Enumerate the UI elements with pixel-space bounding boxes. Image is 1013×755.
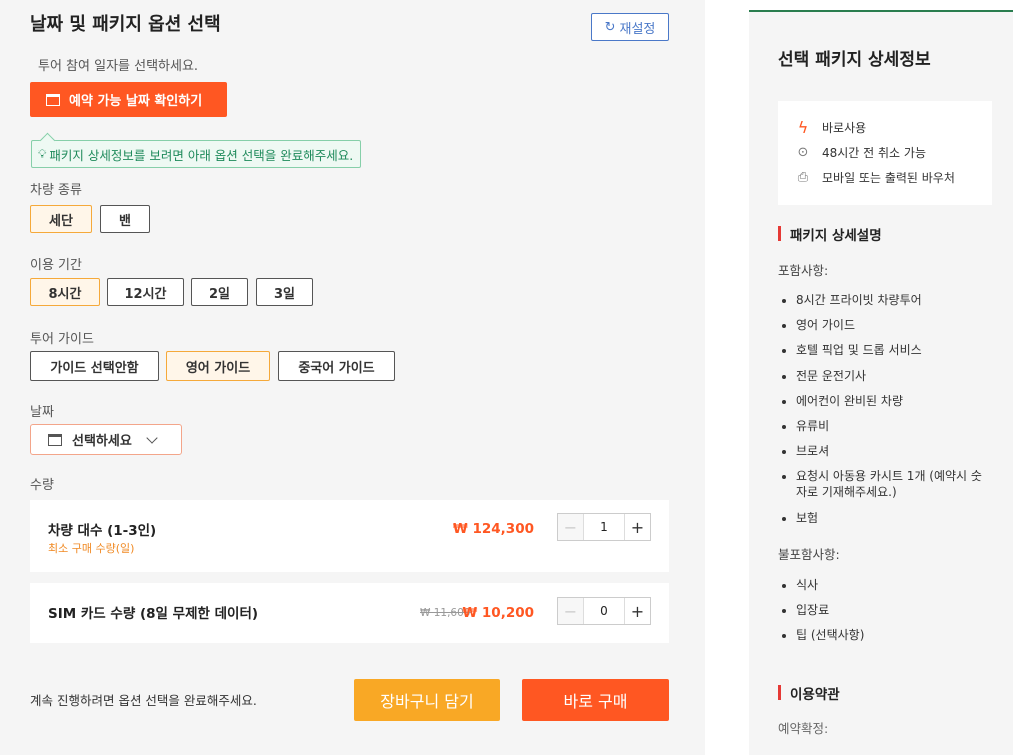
duration-option-2d[interactable]: 2일 bbox=[191, 278, 248, 306]
feature-item: ϟ 바로사용 bbox=[796, 115, 992, 140]
excluded-label: 불포함사항: bbox=[778, 547, 840, 562]
minimum-purchase-note: 최소 구매 수량(일) bbox=[48, 542, 135, 555]
check-date-label: 예약 가능 날짜 확인하기 bbox=[69, 94, 203, 109]
included-label: 포함사항: bbox=[778, 263, 829, 278]
option-panel: 날짜 및 패키지 옵션 선택 ↻ 재설정 투어 참여 일자를 선택하세요. 예약… bbox=[0, 0, 705, 755]
package-description-heading: 패키지 상세설명 bbox=[778, 224, 882, 244]
quantity-value[interactable]: 0 bbox=[584, 598, 624, 624]
list-item: 입장료 bbox=[782, 602, 992, 618]
guide-option-none[interactable]: 가이드 선택안함 bbox=[30, 351, 159, 381]
date-label: 날짜 bbox=[30, 405, 54, 420]
included-list: 8시간 프라이빗 차량투어 영어 가이드 호텔 픽업 및 드롭 서비스 전문 운… bbox=[782, 292, 992, 535]
list-item: 호텔 픽업 및 드롭 서비스 bbox=[782, 342, 992, 358]
increment-button[interactable]: + bbox=[624, 514, 650, 540]
list-item: 팁 (선택사항) bbox=[782, 627, 992, 643]
list-item: 식사 bbox=[782, 577, 992, 593]
duration-label: 이용 기간 bbox=[30, 258, 82, 273]
list-item: 영어 가이드 bbox=[782, 317, 992, 333]
buy-now-button[interactable]: 바로 구매 bbox=[522, 679, 669, 721]
decrement-button[interactable]: − bbox=[558, 514, 584, 540]
feature-box: ϟ 바로사용 ⊙ 48시간 전 취소 가능 ⎙ 모바일 또는 출력된 바우처 bbox=[778, 101, 992, 205]
reset-button[interactable]: ↻ 재설정 bbox=[591, 13, 669, 41]
refund-icon: ⊙ bbox=[797, 145, 809, 160]
calendar-icon bbox=[48, 433, 62, 446]
date-select-value: 선택하세요 bbox=[72, 434, 132, 449]
quantity-stepper: − 1 + bbox=[557, 513, 651, 541]
quantity-item-name: SIM 카드 수량 (8일 무제한 데이터) bbox=[48, 606, 259, 622]
notice-text: 패키지 상세정보를 보려면 아래 옵션 선택을 완료해주세요. bbox=[49, 147, 354, 163]
selection-notice: 💡︎ 패키지 상세정보를 보려면 아래 옵션 선택을 완료해주세요. bbox=[31, 140, 362, 168]
duration-option-12h[interactable]: 12시간 bbox=[107, 278, 184, 306]
quantity-row-vehicle: 차량 대수 (1-3인) 최소 구매 수량(일) ₩ 124,300 − 1 + bbox=[30, 500, 669, 572]
date-select[interactable]: 선택하세요 bbox=[30, 424, 182, 455]
lightning-icon: ϟ bbox=[797, 118, 809, 137]
add-to-cart-button[interactable]: 장바구니 담기 bbox=[354, 679, 500, 721]
vehicle-label: 차량 종류 bbox=[30, 183, 82, 198]
quantity-stepper: − 0 + bbox=[557, 597, 651, 625]
footer-note: 계속 진행하려면 옵션 선택을 완료해주세요. bbox=[30, 693, 257, 708]
confirmation-label: 예약확정: bbox=[778, 721, 829, 736]
refresh-icon: ↻ bbox=[604, 19, 616, 35]
feature-item: ⊙ 48시간 전 취소 가능 bbox=[796, 140, 992, 165]
reset-label: 재설정 bbox=[619, 21, 656, 37]
terms-heading: 이용약관 bbox=[778, 683, 840, 703]
list-item: 전문 운전기사 bbox=[782, 368, 992, 384]
vehicle-option-sedan[interactable]: 세단 bbox=[30, 205, 92, 233]
duration-option-8h[interactable]: 8시간 bbox=[30, 278, 100, 306]
calendar-icon bbox=[46, 93, 60, 106]
package-details-panel: 선택 패키지 상세정보 ϟ 바로사용 ⊙ 48시간 전 취소 가능 ⎙ 모바일 … bbox=[749, 10, 1013, 755]
quantity-value[interactable]: 1 bbox=[584, 514, 624, 540]
item-price: ₩ 124,300 bbox=[452, 521, 534, 537]
feature-item: ⎙ 모바일 또는 출력된 바우처 bbox=[796, 165, 992, 190]
list-item: 보험 bbox=[782, 510, 992, 526]
list-item: 요청시 아동용 카시트 1개 (예약시 숫자로 기재해주세요.) bbox=[782, 468, 992, 500]
quantity-label: 수량 bbox=[30, 478, 54, 493]
check-available-dates-button[interactable]: 예약 가능 날짜 확인하기 bbox=[30, 82, 227, 117]
feature-text: 바로사용 bbox=[822, 121, 867, 135]
excluded-list: 식사 입장료 팁 (선택사항) bbox=[782, 577, 992, 653]
chevron-down-icon bbox=[146, 431, 158, 444]
lightbulb-icon: 💡︎ bbox=[38, 146, 47, 161]
details-title: 선택 패키지 상세정보 bbox=[778, 50, 931, 70]
list-item: 유류비 bbox=[782, 418, 992, 434]
item-price: ₩ 10,200 bbox=[462, 605, 534, 621]
quantity-row-sim: SIM 카드 수량 (8일 무제한 데이터) ₩ 11,600 ₩ 10,200… bbox=[30, 583, 669, 643]
increment-button[interactable]: + bbox=[624, 598, 650, 624]
feature-text: 모바일 또는 출력된 바우처 bbox=[822, 171, 955, 185]
option-title: 날짜 및 패키지 옵션 선택 bbox=[30, 14, 221, 35]
guide-option-chinese[interactable]: 중국어 가이드 bbox=[278, 351, 395, 381]
list-item: 에어컨이 완비된 차량 bbox=[782, 393, 992, 409]
vehicle-option-van[interactable]: 밴 bbox=[100, 205, 150, 233]
decrement-button[interactable]: − bbox=[558, 598, 584, 624]
feature-text: 48시간 전 취소 가능 bbox=[822, 146, 926, 160]
list-item: 브로셔 bbox=[782, 443, 992, 459]
quantity-item-name: 차량 대수 (1-3인) bbox=[48, 523, 157, 539]
date-subtitle: 투어 참여 일자를 선택하세요. bbox=[38, 59, 199, 74]
list-item: 8시간 프라이빗 차량투어 bbox=[782, 292, 992, 308]
voucher-icon: ⎙ bbox=[797, 170, 809, 185]
guide-option-english[interactable]: 영어 가이드 bbox=[166, 351, 270, 381]
guide-label: 투어 가이드 bbox=[30, 332, 94, 347]
duration-option-3d[interactable]: 3일 bbox=[256, 278, 313, 306]
